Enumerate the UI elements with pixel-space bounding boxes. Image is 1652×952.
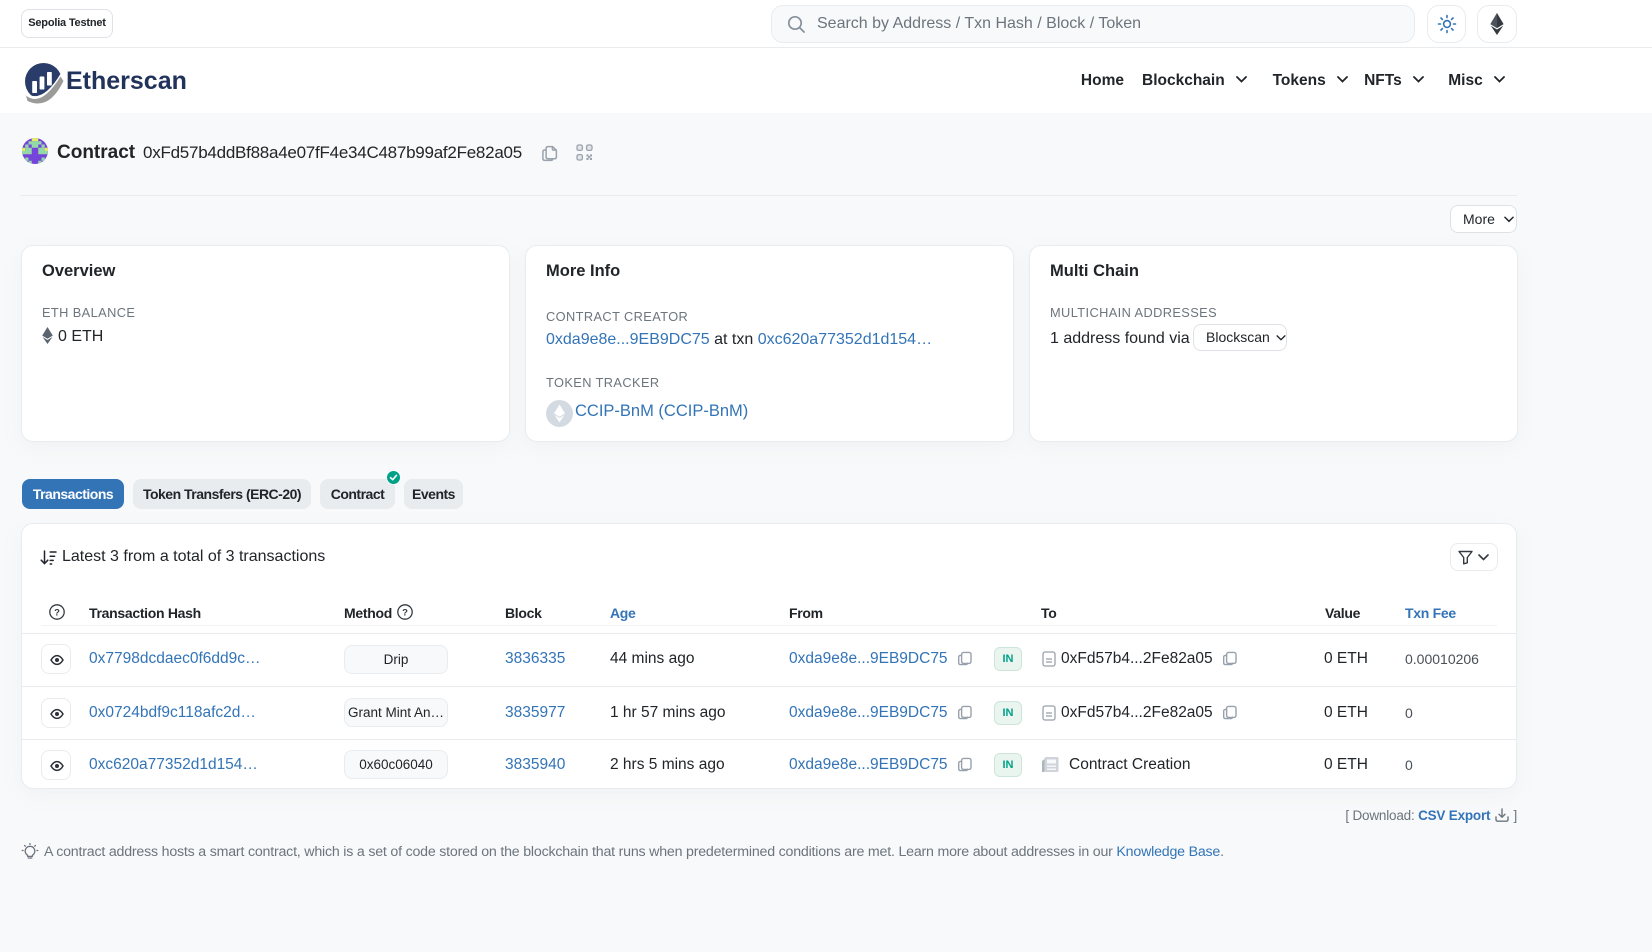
svg-text:?: ? — [54, 607, 60, 618]
svg-text:?: ? — [402, 607, 408, 618]
